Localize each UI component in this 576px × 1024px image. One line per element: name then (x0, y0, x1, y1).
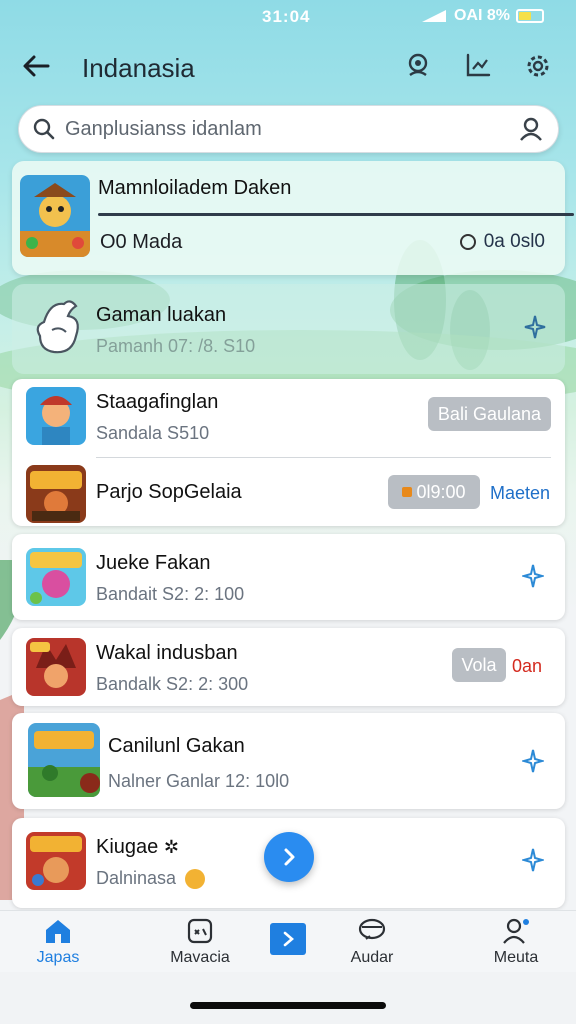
game-thumbnail (26, 638, 86, 696)
person-icon (503, 918, 529, 944)
game-subtitle: Bandalk S2: 2: 300 (96, 674, 249, 694)
game-thumbnail (26, 465, 86, 523)
status-indicators: OAI 8% (420, 7, 544, 25)
featured-option-right-label: 0a 0sl0 (483, 231, 545, 252)
nav-label: Audar (350, 949, 394, 966)
game-thumbnail (28, 723, 100, 797)
home-indicator[interactable] (190, 1002, 386, 1009)
game-row[interactable]: Canilunl Gakan Nalner Ganlar 12: 10l0 (12, 723, 565, 797)
featured-option-right[interactable]: 0a 0sl0 (459, 231, 545, 253)
boost-button[interactable] (515, 842, 551, 878)
game-subtitle: Sandala S510 (96, 423, 210, 443)
back-button[interactable] (18, 48, 54, 84)
game-row[interactable]: Jueke Fakan Bandait S2: 2: 100 (12, 540, 565, 614)
chart-icon (466, 53, 491, 77)
nav-label: Japas (36, 949, 80, 966)
spark-icon[interactable] (523, 314, 547, 340)
game-subtitle-text: Dalninasa (96, 868, 177, 888)
nav-item-profile[interactable]: Meuta (466, 917, 566, 973)
status-pill[interactable]: Vola (452, 648, 506, 682)
featured-title: Mamnloiladem Daken (98, 177, 292, 199)
boost-button[interactable] (515, 743, 551, 779)
gear-icon (527, 55, 549, 77)
next-fab-button[interactable] (264, 832, 314, 882)
glove-icon (36, 300, 79, 354)
game-name: Parjo SopGelaia (96, 481, 242, 503)
search-input[interactable] (65, 106, 505, 152)
game-action-link[interactable]: 0an (512, 656, 542, 677)
nav-item-games[interactable]: Mavacia (150, 917, 250, 973)
app-header: Indanasia (0, 40, 576, 96)
settings-button[interactable] (520, 48, 556, 84)
featured-option-left[interactable]: O0 Mada (100, 231, 182, 254)
chart-button[interactable] (460, 48, 496, 84)
game-subtitle: Bandait S2: 2: 100 (96, 584, 245, 604)
game-thumbnail (26, 832, 86, 890)
game-name: Jueke Fakan (96, 552, 211, 574)
banner-title: Gaman luakan (96, 304, 227, 326)
controller-icon (187, 918, 213, 944)
nav-label: Meuta (493, 949, 539, 966)
game-group-card: Staagafinglan Sandala S510 Bali Gaulana … (12, 379, 565, 526)
spark-icon (522, 749, 544, 773)
game-row[interactable]: Parjo SopGelaia 0l9:00 Maeten (12, 457, 565, 531)
game-name: Kiugae ✲ (96, 836, 179, 859)
game-thumbnail (26, 548, 86, 606)
arrow-left-icon (23, 55, 50, 77)
search-bar (18, 105, 559, 153)
trophy-icon (408, 53, 428, 76)
page-title: Indanasia (82, 53, 195, 83)
game-name: Staagafinglan (96, 391, 219, 413)
status-signal-text: OAI 8% (453, 7, 510, 24)
gesture-area (0, 972, 576, 1024)
featured-game-card[interactable]: Mamnloiladem Daken O0 Mada 0a 0sl0 (12, 161, 574, 275)
radio-icon (459, 234, 476, 250)
profile-icon[interactable] (518, 116, 544, 142)
nav-item-home[interactable]: Japas (8, 917, 108, 973)
spark-icon (522, 564, 544, 588)
status-time: 31:04 (262, 7, 311, 26)
featured-divider (98, 213, 574, 216)
trophy-button[interactable] (400, 48, 436, 84)
status-bar: 31:04 OAI 8% (0, 0, 576, 36)
featured-game-thumbnail (20, 175, 90, 257)
search-icon (33, 118, 55, 140)
chat-icon (358, 918, 386, 940)
chevron-right-icon (284, 848, 295, 866)
timer-label: 0l9:00 (416, 481, 466, 502)
timer-pill[interactable]: 0l9:00 (388, 475, 480, 509)
nav-label: Mavacia (170, 949, 230, 966)
battery-icon (516, 9, 544, 23)
game-subtitle: Dalninasa (96, 868, 206, 890)
game-thumbnail (26, 387, 86, 445)
game-card[interactable]: Wakal indusban Bandalk S2: 2: 300 Vola 0… (12, 628, 565, 706)
banner-subtitle: Pamanh 07: /8. S10 (96, 336, 256, 356)
emoji-icon (185, 869, 206, 890)
game-card[interactable]: Jueke Fakan Bandait S2: 2: 100 (12, 534, 565, 620)
game-action-link[interactable]: Maeten (490, 483, 550, 504)
boost-button[interactable] (515, 558, 551, 594)
clock-icon (402, 487, 413, 497)
game-row[interactable]: Staagafinglan Sandala S510 Bali Gaulana (12, 379, 565, 453)
game-card[interactable]: Canilunl Gakan Nalner Ganlar 12: 10l0 (12, 713, 565, 809)
game-name-text: Kiugae (96, 836, 159, 858)
home-icon (46, 920, 70, 943)
game-subtitle: Nalner Ganlar 12: 10l0 (108, 771, 290, 791)
promo-banner[interactable]: Gaman luakan Pamanh 07: /8. S10 (12, 284, 565, 374)
play-icon (270, 923, 306, 955)
signal-icon (421, 10, 446, 22)
bottom-navigation: Japas Mavacia Audar Meuta (0, 910, 576, 972)
status-pill[interactable]: Bali Gaulana (427, 397, 551, 431)
game-row[interactable]: Wakal indusban Bandalk S2: 2: 300 Vola 0… (12, 630, 565, 704)
spark-icon (522, 848, 544, 872)
game-name: Canilunl Gakan (108, 735, 245, 757)
sparkle-icon: ✲ (163, 837, 179, 857)
nav-item-chat[interactable]: Audar (322, 917, 422, 973)
featured-option-left-label: O0 Mada (100, 231, 183, 253)
game-name: Wakal indusban (96, 642, 238, 664)
